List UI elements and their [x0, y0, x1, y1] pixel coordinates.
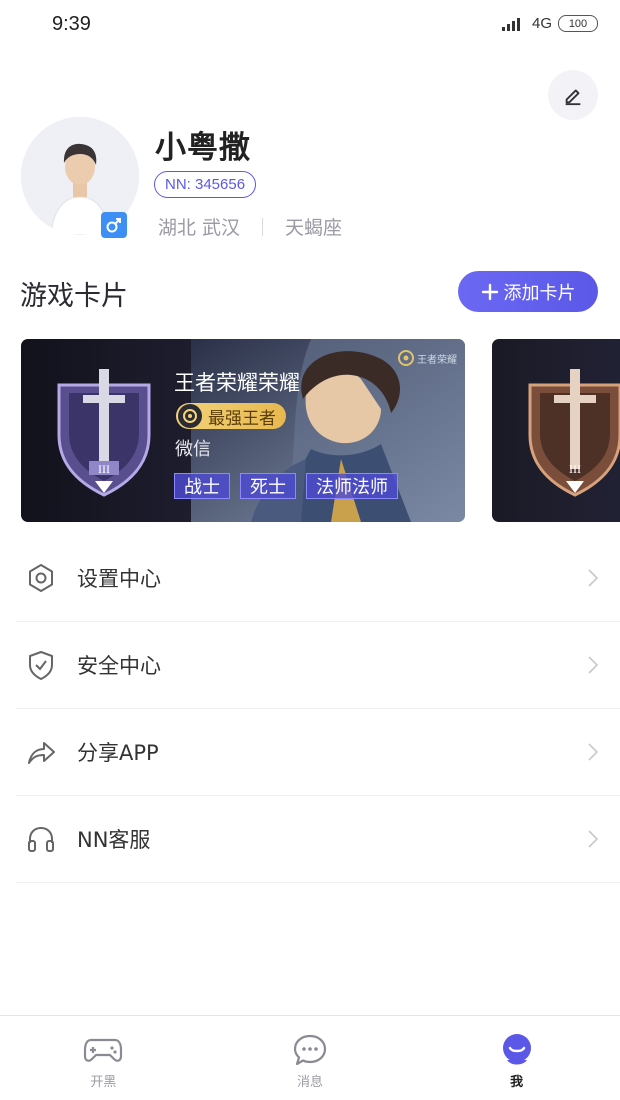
tab-me[interactable]: 我	[413, 1016, 620, 1100]
chevron-right-icon	[588, 656, 599, 674]
headphones-icon	[24, 822, 58, 856]
svg-text:III: III	[98, 462, 110, 476]
network-label: 4G	[531, 15, 552, 32]
profile-meta: 湖北 武汉 天蝎座	[158, 213, 342, 240]
settings-menu: 设置中心 安全中心 分享APP NN客服	[16, 535, 620, 883]
tab-label: 消息	[297, 1075, 324, 1090]
section-title-game-cards: 游戏卡片	[20, 281, 128, 312]
menu-label: 安全中心	[77, 654, 161, 678]
tab-label: 开黑	[90, 1075, 117, 1090]
game-card-title: 王者荣耀荣耀	[174, 371, 300, 395]
game-card-carousel[interactable]: III 王者荣耀 王者荣耀荣耀 最强王者 微信 战士 死士 法师法师 III	[21, 339, 620, 522]
game-card-platform: 微信	[175, 439, 211, 460]
profile-face-icon	[497, 1032, 537, 1068]
signal-icon	[501, 17, 526, 31]
tab-label: 我	[510, 1075, 524, 1090]
menu-label: NN客服	[77, 828, 151, 852]
menu-label: 分享APP	[77, 741, 159, 765]
game-logo-text: 王者荣耀	[417, 354, 457, 366]
card-tag: 死士	[240, 473, 296, 499]
game-card[interactable]: III 王者荣耀 王者荣耀荣耀 最强王者 微信 战士 死士 法师法师	[21, 339, 465, 522]
tab-messages[interactable]: 消息	[207, 1016, 414, 1100]
svg-text:III: III	[569, 462, 581, 476]
menu-item-security-center[interactable]: 安全中心	[16, 622, 620, 709]
edit-profile-button[interactable]	[548, 70, 598, 120]
settings-hexagon-icon	[24, 561, 58, 595]
status-time: 9:39	[52, 13, 91, 35]
add-card-button[interactable]: 添加卡片	[458, 271, 598, 312]
rank-badge: 最强王者	[176, 403, 286, 429]
share-arrow-icon	[24, 735, 58, 769]
menu-item-share-app[interactable]: 分享APP	[16, 709, 620, 796]
battery-icon: 100	[558, 15, 598, 32]
add-card-label: 添加卡片	[503, 282, 576, 304]
gamepad-icon	[83, 1032, 123, 1068]
rank-icon	[178, 404, 202, 428]
nickname: 小粤撒	[155, 130, 251, 166]
card-tag: 法师法师	[306, 473, 398, 499]
rank-emblem-bronze-icon: III	[528, 369, 620, 497]
menu-label: 设置中心	[77, 567, 161, 591]
plus-icon	[481, 283, 498, 300]
chat-bubble-icon	[290, 1032, 330, 1068]
menu-item-settings-center[interactable]: 设置中心	[16, 535, 620, 622]
game-card-tags: 战士 死士 法师法师	[174, 473, 398, 499]
chevron-right-icon	[588, 830, 599, 848]
meta-divider	[262, 217, 264, 236]
rank-emblem-icon: III	[57, 369, 151, 497]
game-logo-icon	[398, 350, 414, 366]
chevron-right-icon	[588, 569, 599, 587]
game-logo: 王者荣耀	[398, 350, 457, 366]
card-tag: 战士	[174, 473, 230, 499]
battery-level: 100	[568, 17, 588, 30]
location: 湖北 武汉	[158, 217, 241, 239]
status-indicators: 4G 100	[501, 15, 598, 32]
pencil-icon	[565, 89, 581, 106]
user-id-badge: NN: 345656	[154, 171, 257, 198]
status-bar: 9:39 4G 100	[0, 0, 620, 50]
rank-label: 最强王者	[208, 408, 276, 429]
chevron-right-icon	[588, 743, 599, 761]
bottom-tab-bar: 开黑 消息 我	[0, 1015, 620, 1100]
male-icon	[101, 212, 127, 238]
shield-check-icon	[24, 648, 58, 682]
game-card-partial[interactable]: III	[492, 339, 620, 522]
zodiac: 天蝎座	[285, 217, 343, 239]
tab-play-together[interactable]: 开黑	[0, 1016, 207, 1100]
menu-item-customer-service[interactable]: NN客服	[16, 796, 620, 883]
